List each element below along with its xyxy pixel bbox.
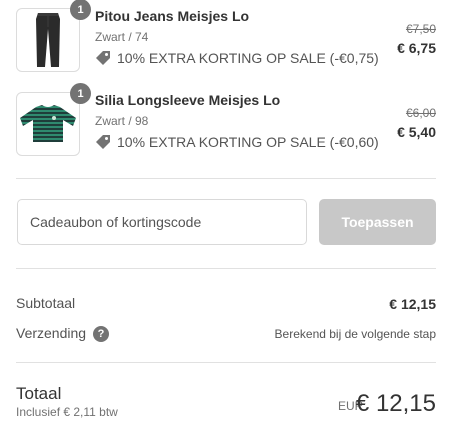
original-price: €6,00 — [405, 106, 436, 120]
discount-line: 10% EXTRA KORTING OP SALE (-€0,60) — [95, 134, 379, 150]
help-icon[interactable]: ? — [93, 326, 109, 342]
divider — [16, 268, 436, 269]
tag-icon — [96, 135, 110, 149]
tax-note: Inclusief € 2,11 btw — [16, 405, 118, 419]
discounted-price: € 6,75 — [397, 40, 436, 56]
jeans-image — [16, 8, 80, 72]
quantity-badge: 1 — [70, 0, 91, 20]
shipping-label: Verzending — [16, 325, 87, 341]
product-variant: Zwart / 74 — [95, 30, 149, 44]
discount-line: 10% EXTRA KORTING OP SALE (-€0,75) — [95, 50, 379, 66]
divider — [16, 362, 436, 363]
discounted-price: € 5,40 — [397, 124, 436, 140]
product-variant: Zwart / 98 — [95, 114, 149, 128]
subtotal-value: € 12,15 — [389, 296, 436, 312]
product-thumbnail: 1 — [16, 83, 91, 156]
discount-code-input[interactable] — [17, 199, 307, 245]
cart-item: 1 Silia Longsleeve Meisjes Lo Zwart / 98… — [16, 83, 436, 156]
divider — [16, 178, 436, 179]
cart-item: 1 Pitou Jeans Meisjes Lo Zwart / 74 10% … — [16, 0, 436, 72]
discount-text: 10% EXTRA KORTING OP SALE (-€0,75) — [117, 50, 379, 66]
longsleeve-image — [16, 92, 80, 156]
discount-text: 10% EXTRA KORTING OP SALE (-€0,60) — [117, 134, 379, 150]
quantity-badge: 1 — [70, 83, 91, 104]
total-value: € 12,15 — [355, 390, 436, 417]
subtotal-label: Subtotaal — [16, 295, 76, 311]
product-title[interactable]: Pitou Jeans Meisjes Lo — [95, 8, 249, 24]
product-thumbnail: 1 — [16, 0, 91, 72]
total-label: Totaal — [16, 384, 62, 403]
shipping-value: Berekend bij de volgende stap — [274, 327, 436, 341]
apply-button[interactable]: Toepassen — [319, 199, 436, 245]
tag-icon — [96, 51, 110, 65]
original-price: €7,50 — [405, 22, 436, 36]
product-title[interactable]: Silia Longsleeve Meisjes Lo — [95, 92, 280, 108]
